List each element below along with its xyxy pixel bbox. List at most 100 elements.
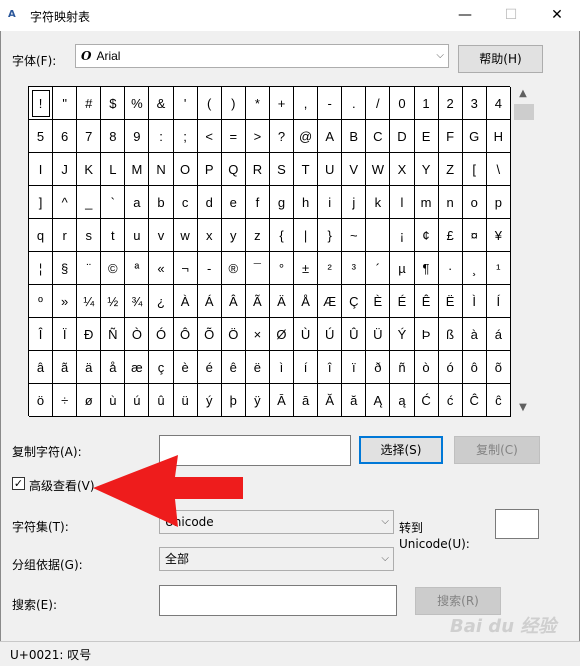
char-cell[interactable]: ^: [53, 186, 78, 219]
char-cell[interactable]: m: [414, 186, 439, 219]
char-cell[interactable]: ): [221, 87, 246, 120]
char-cell[interactable]: d: [197, 186, 222, 219]
char-cell[interactable]: ,: [294, 87, 319, 120]
char-cell[interactable]: ¤: [462, 219, 487, 252]
char-cell[interactable]: ć: [438, 384, 463, 417]
char-cell[interactable]: ë: [245, 351, 270, 384]
char-cell[interactable]: ": [53, 87, 78, 120]
char-cell[interactable]: &: [149, 87, 174, 120]
char-cell[interactable]: c: [173, 186, 198, 219]
font-dropdown[interactable]: O Arial ⌵: [75, 44, 449, 68]
char-cell[interactable]: È: [366, 285, 391, 318]
char-cell[interactable]: \: [486, 153, 511, 186]
char-cell[interactable]: í: [294, 351, 319, 384]
char-cell[interactable]: Þ: [414, 318, 439, 351]
char-cell[interactable]: ¢: [414, 219, 439, 252]
char-cell[interactable]: Ì: [462, 285, 487, 318]
char-cell[interactable]: j: [342, 186, 367, 219]
char-cell[interactable]: ĉ: [486, 384, 511, 417]
char-cell[interactable]: Ò: [125, 318, 150, 351]
char-cell[interactable]: ô: [462, 351, 487, 384]
char-cell[interactable]: 2: [438, 87, 463, 120]
char-cell[interactable]: V: [342, 153, 367, 186]
char-cell[interactable]: 7: [77, 120, 102, 153]
char-cell[interactable]: W: [366, 153, 391, 186]
char-cell[interactable]: Å: [294, 285, 319, 318]
char-cell[interactable]: Ä: [269, 285, 295, 318]
char-cell[interactable]: @: [294, 120, 319, 153]
char-cell[interactable]: á: [486, 318, 511, 351]
char-cell[interactable]: ì: [269, 351, 295, 384]
char-cell[interactable]: Ê: [414, 285, 439, 318]
char-cell[interactable]: Ö: [221, 318, 246, 351]
char-cell[interactable]: Y: [414, 153, 439, 186]
char-cell[interactable]: ø: [77, 384, 102, 417]
char-cell[interactable]: ³: [342, 252, 367, 285]
char-cell[interactable]: Á: [197, 285, 222, 318]
char-cell[interactable]: =: [221, 120, 246, 153]
char-cell[interactable]: ±: [294, 252, 319, 285]
select-button[interactable]: 选择(S): [359, 436, 443, 464]
char-cell[interactable]: Ý: [390, 318, 415, 351]
char-cell[interactable]: Ú: [318, 318, 343, 351]
char-cell[interactable]: Ù: [294, 318, 319, 351]
char-cell[interactable]: f: [245, 186, 270, 219]
char-cell[interactable]: þ: [221, 384, 246, 417]
char-cell[interactable]: ç: [149, 351, 174, 384]
char-cell[interactable]: }: [318, 219, 343, 252]
char-cell[interactable]: Ć: [414, 384, 439, 417]
scroll-up-icon[interactable]: ▲: [512, 86, 534, 102]
scroll-thumb[interactable]: [514, 104, 534, 120]
char-cell[interactable]: X: [390, 153, 415, 186]
char-cell[interactable]: C: [366, 120, 391, 153]
char-cell[interactable]: ÷: [53, 384, 78, 417]
char-cell[interactable]: ą: [390, 384, 415, 417]
search-input[interactable]: [159, 585, 397, 616]
char-cell[interactable]: Z: [438, 153, 463, 186]
char-cell[interactable]: ¬: [173, 252, 198, 285]
char-cell[interactable]: e: [221, 186, 246, 219]
char-cell[interactable]: ú: [125, 384, 150, 417]
char-cell[interactable]: õ: [486, 351, 511, 384]
char-cell[interactable]: G: [462, 120, 487, 153]
char-cell[interactable]: !: [29, 87, 54, 120]
char-cell[interactable]: ¾: [125, 285, 150, 318]
char-cell[interactable]: ¯: [245, 252, 270, 285]
char-cell[interactable]: ;: [173, 120, 198, 153]
char-cell[interactable]: ª: [125, 252, 150, 285]
copy-button[interactable]: 复制(C): [454, 436, 540, 464]
char-cell[interactable]: ä: [77, 351, 102, 384]
char-cell[interactable]: º: [29, 285, 54, 318]
char-cell[interactable]: »: [53, 285, 78, 318]
char-cell[interactable]: O: [173, 153, 198, 186]
char-cell[interactable]: D: [390, 120, 415, 153]
char-cell[interactable]: ¨: [77, 252, 102, 285]
char-cell[interactable]: H: [486, 120, 511, 153]
char-cell[interactable]: 3: [462, 87, 487, 120]
char-cell[interactable]: [: [462, 153, 487, 186]
char-cell[interactable]: ¹: [486, 252, 511, 285]
char-cell[interactable]: ă: [342, 384, 367, 417]
char-cell[interactable]: ©: [101, 252, 126, 285]
char-cell[interactable]: ': [173, 87, 198, 120]
advanced-view-checkbox[interactable]: ✓: [12, 477, 25, 490]
char-cell[interactable]: ·: [438, 252, 463, 285]
char-cell[interactable]: [366, 219, 391, 252]
char-cell[interactable]: ü: [173, 384, 198, 417]
char-cell[interactable]: l: [390, 186, 415, 219]
char-cell[interactable]: F: [438, 120, 463, 153]
char-cell[interactable]: ×: [245, 318, 270, 351]
char-cell[interactable]: ö: [29, 384, 54, 417]
title-bar[interactable]: A 字符映射表 — ☐ ✕: [0, 0, 580, 31]
char-cell[interactable]: ¦: [29, 252, 54, 285]
char-cell[interactable]: Í: [486, 285, 511, 318]
char-cell[interactable]: ¸: [462, 252, 487, 285]
char-cell[interactable]: 0: [390, 87, 415, 120]
char-cell[interactable]: `: [101, 186, 126, 219]
char-cell[interactable]: t: [101, 219, 126, 252]
char-cell[interactable]: ®: [221, 252, 246, 285]
char-cell[interactable]: R: [245, 153, 270, 186]
char-cell[interactable]: Ø: [269, 318, 295, 351]
close-button[interactable]: ✕: [534, 0, 580, 31]
char-cell[interactable]: ã: [53, 351, 78, 384]
